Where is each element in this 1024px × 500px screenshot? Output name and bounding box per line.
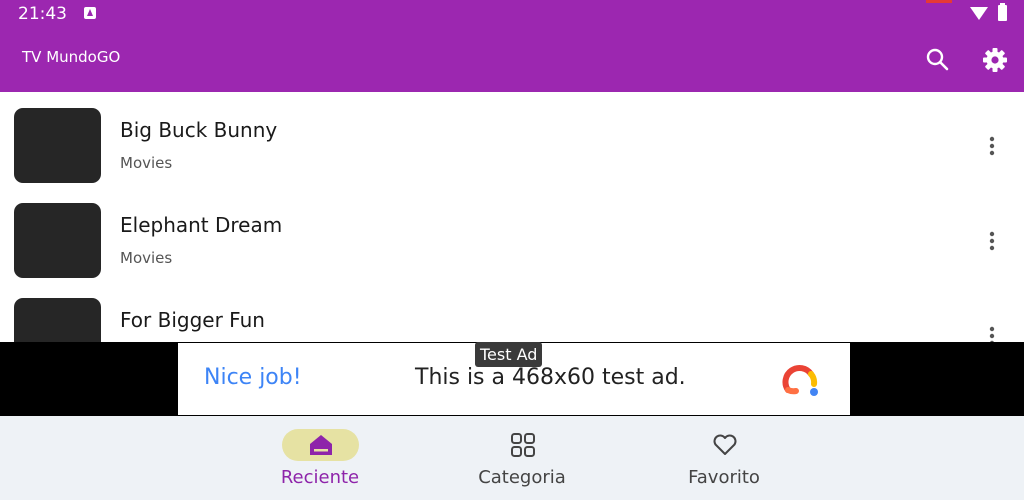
more-vert-icon[interactable]: [984, 229, 1000, 253]
thumbnail: [14, 203, 101, 278]
nav-label: Categoria: [478, 467, 566, 488]
nav-item-favorito[interactable]: Favorito: [634, 416, 794, 500]
ad-headline: Nice job!: [204, 365, 302, 390]
nav-label: Favorito: [688, 467, 760, 488]
gear-icon: [983, 48, 1007, 72]
ad-logo-icon: [782, 365, 818, 396]
test-ad-label: Test Ad: [475, 342, 543, 367]
thumbnail: [14, 108, 101, 183]
thumbnail: [14, 298, 101, 342]
item-category: Movies: [120, 249, 173, 267]
more-vert-icon[interactable]: [984, 324, 1000, 342]
bottom-navigation: Reciente Categoria Favorito: [0, 416, 1024, 500]
search-button[interactable]: [922, 44, 954, 76]
heart-icon: [713, 434, 737, 455]
grid-icon: [511, 433, 535, 457]
status-indicator: [926, 0, 952, 3]
content-list: Big Buck Bunny Movies Elephant Dream Mov…: [0, 92, 1024, 342]
ad-body: This is a 468x60 test ad.: [415, 365, 686, 390]
nav-item-reciente[interactable]: Reciente: [230, 416, 390, 500]
battery-icon: [998, 3, 1007, 21]
item-title: Elephant Dream: [120, 213, 283, 237]
app-title: TV MundoGO: [22, 48, 121, 66]
list-item[interactable]: Elephant Dream Movies: [0, 187, 1024, 282]
list-item[interactable]: For Bigger Fun: [0, 282, 1024, 342]
list-item[interactable]: Big Buck Bunny Movies: [0, 92, 1024, 187]
more-vert-icon[interactable]: [984, 134, 1000, 158]
search-icon: [926, 48, 949, 71]
item-title: For Bigger Fun: [120, 308, 265, 332]
wifi-icon: [970, 7, 988, 20]
nav-item-categoria[interactable]: Categoria: [432, 416, 592, 500]
home-icon: [310, 435, 332, 455]
status-bar: 21:43: [0, 0, 1024, 28]
item-title: Big Buck Bunny: [120, 118, 278, 142]
item-category: Movies: [120, 154, 173, 172]
settings-button[interactable]: [978, 44, 1012, 76]
status-time: 21:43: [18, 4, 67, 24]
nav-label: Reciente: [280, 467, 360, 488]
app-bar: TV MundoGO: [0, 28, 1024, 92]
notification-icon: [84, 7, 96, 19]
